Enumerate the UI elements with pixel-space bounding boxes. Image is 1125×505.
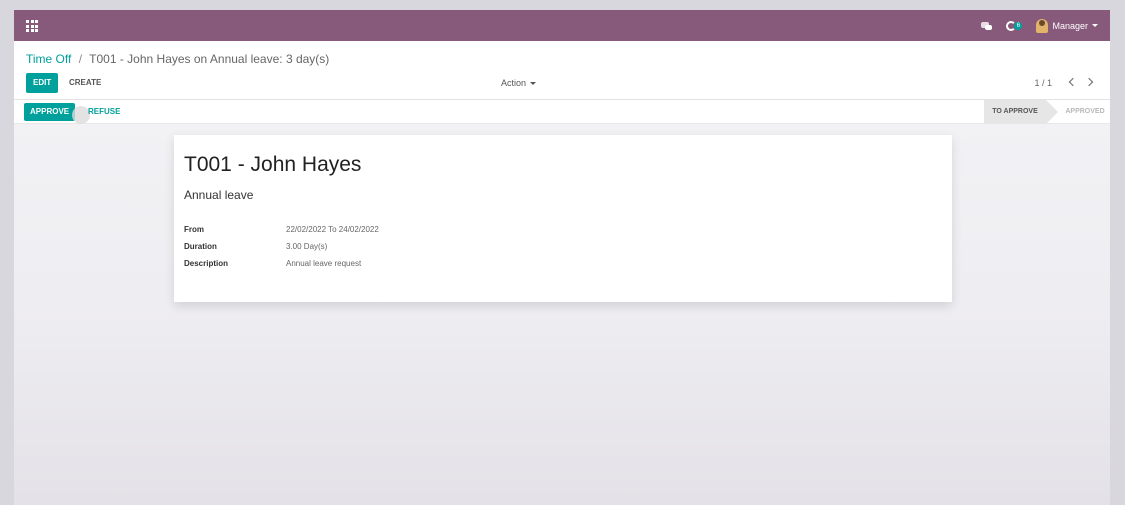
activity-badge: 6 [1014, 21, 1023, 30]
breadcrumb-current: T001 - John Hayes on Annual leave: 3 day… [89, 52, 330, 66]
apps-grid-icon[interactable] [26, 20, 38, 32]
top-navbar: 6 Manager [14, 10, 1110, 41]
action-label: Action [501, 78, 527, 88]
systray: 6 Manager [981, 18, 1098, 33]
chevron-right-icon[interactable] [1084, 76, 1096, 88]
chevron-left-icon[interactable] [1067, 76, 1078, 88]
action-dropdown[interactable]: Action [501, 78, 537, 88]
control-panel: Time Off / T001 - John Hayes on Annual l… [14, 41, 1110, 100]
chevron-down-icon [1092, 24, 1098, 27]
refuse-button[interactable]: REFUSE [88, 103, 120, 121]
stage-approved[interactable]: APPROVED [1060, 100, 1110, 124]
avatar [1036, 18, 1049, 33]
field-value: 22/02/2022 To 24/02/2022 [286, 225, 379, 234]
chevron-down-icon [530, 81, 537, 85]
activity-icon[interactable]: 6 [1006, 20, 1023, 31]
stage-to-approve[interactable]: TO APPROVE [984, 100, 1058, 124]
breadcrumb-separator: / [78, 52, 83, 66]
field-label: Duration [184, 242, 217, 251]
user-name: Manager [1052, 20, 1088, 31]
record-title: T001 - John Hayes [184, 153, 362, 176]
pager-value[interactable]: 1 / 1 [1034, 78, 1052, 88]
user-menu[interactable]: Manager [1036, 18, 1098, 33]
approve-button[interactable]: APPROVE [24, 103, 76, 121]
field-label: From [184, 225, 204, 234]
field-value: 3.00 Day(s) [286, 242, 328, 251]
status-bar: APPROVE REFUSE TO APPROVE APPROVED [14, 100, 1110, 124]
field-value: Annual leave request [286, 259, 362, 268]
breadcrumb: Time Off / T001 - John Hayes on Annual l… [26, 52, 329, 66]
form-sheet: T001 - John Hayes Annual leave From 22/0… [174, 135, 952, 302]
edit-button[interactable]: EDIT [26, 73, 59, 93]
field-label: Description [184, 259, 229, 268]
breadcrumb-time-off[interactable]: Time Off [26, 52, 71, 66]
app-window: 6 Manager Time Off / T001 - John Hayes o… [14, 10, 1110, 505]
create-button[interactable]: CREATE [62, 73, 108, 93]
chat-icon[interactable] [981, 21, 993, 30]
leave-type: Annual leave [184, 188, 254, 202]
